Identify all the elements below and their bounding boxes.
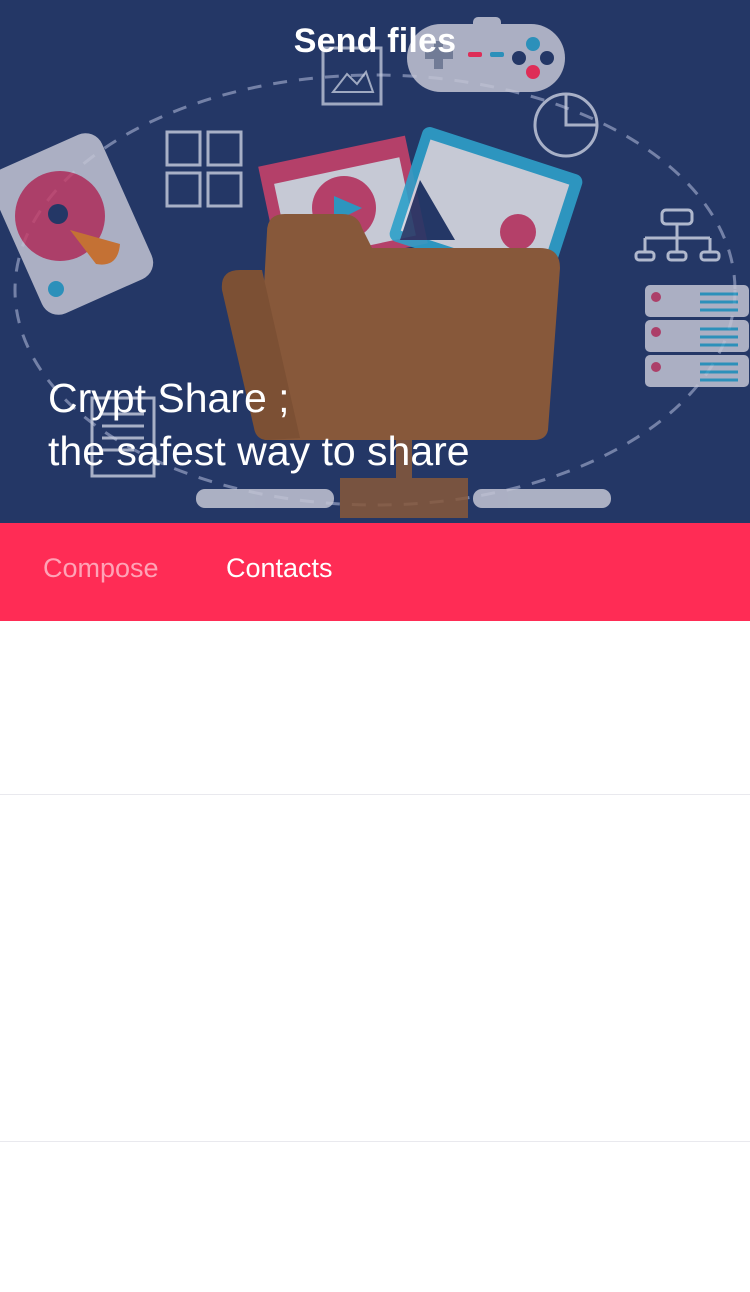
tagline-line-1: Crypt Share ; bbox=[48, 375, 290, 421]
grid-icon bbox=[165, 130, 243, 208]
hard-drive-icon bbox=[0, 133, 154, 315]
tab-bar: Compose Contacts bbox=[0, 523, 750, 622]
hero-tagline: Crypt Share ; the safest way to share bbox=[48, 372, 470, 478]
list-item[interactable] bbox=[0, 795, 750, 969]
server-stack-icon bbox=[645, 285, 749, 387]
network-icon bbox=[634, 208, 721, 262]
tab-contacts[interactable]: Contacts bbox=[226, 553, 333, 584]
list-item[interactable] bbox=[0, 621, 750, 795]
tagline-line-2: the safest way to share bbox=[48, 428, 470, 474]
tab-compose[interactable]: Compose bbox=[43, 553, 159, 584]
page-title: Send files bbox=[293, 22, 457, 60]
list-item[interactable] bbox=[0, 968, 750, 1142]
hero-banner: Send files Crypt Share ; the safest way … bbox=[0, 0, 750, 523]
pie-chart-icon bbox=[533, 92, 599, 158]
